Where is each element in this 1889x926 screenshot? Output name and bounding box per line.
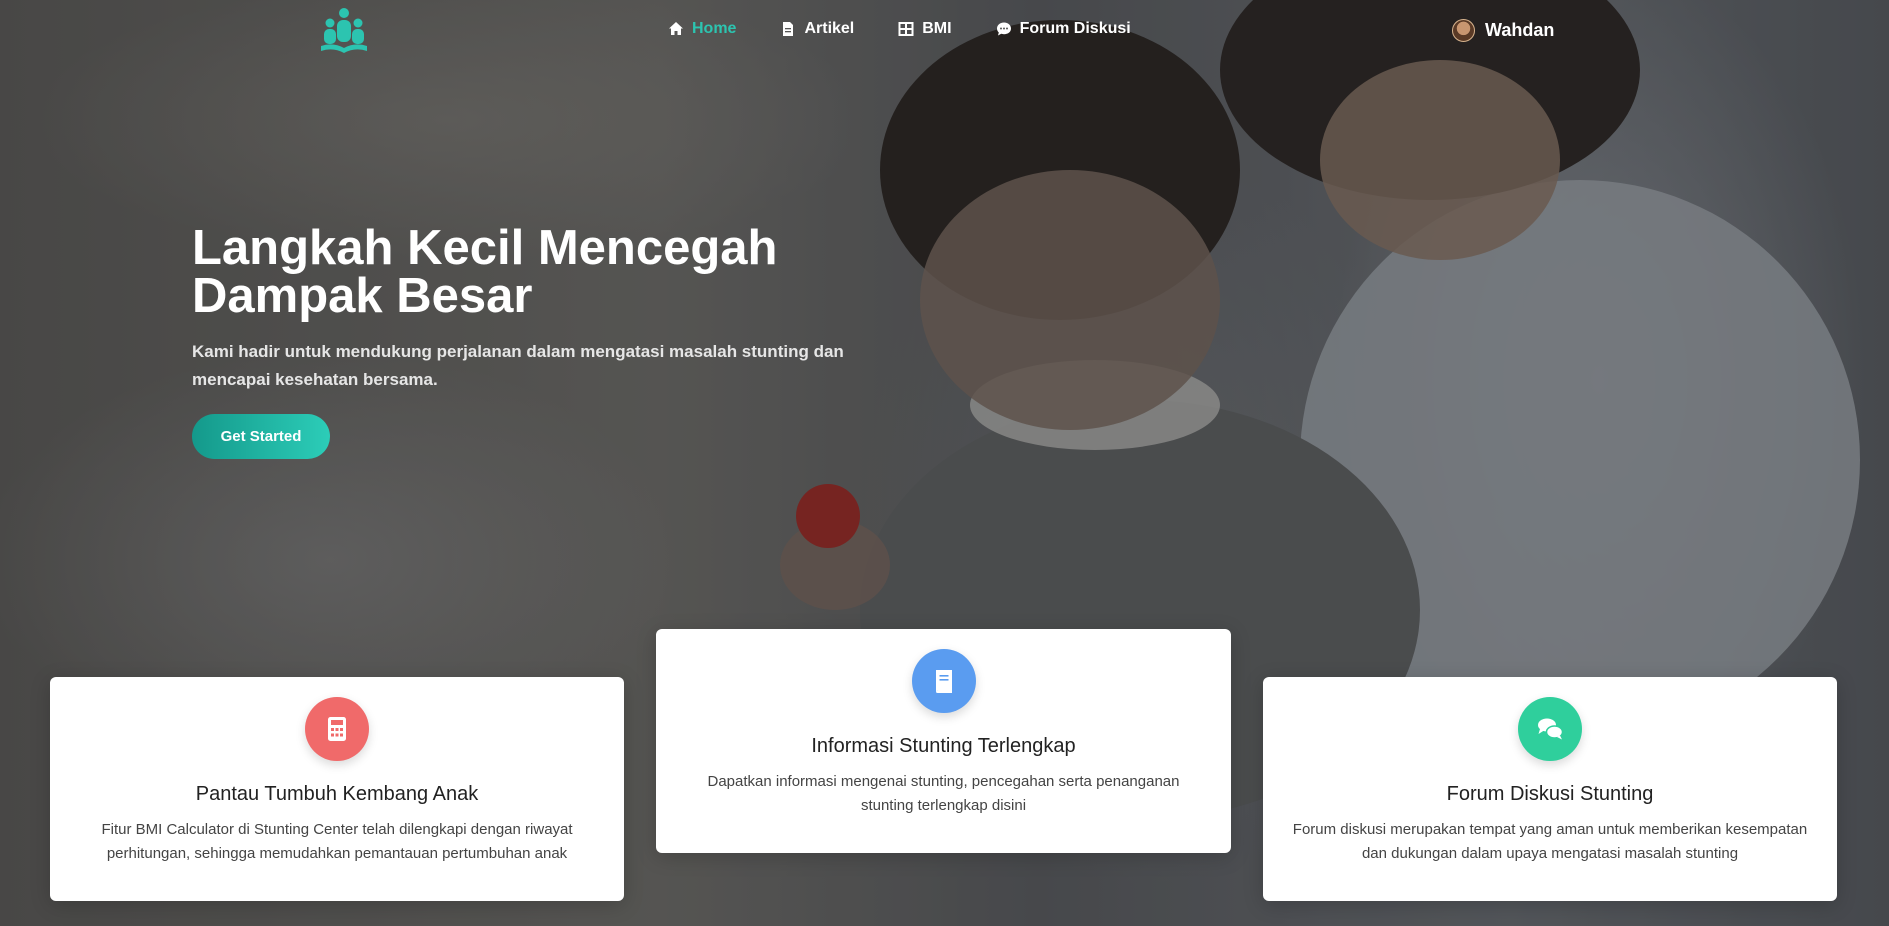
feature-card-growth: Pantau Tumbuh Kembang Anak Fitur BMI Cal…: [50, 677, 624, 901]
card-title: Forum Diskusi Stunting: [1446, 783, 1654, 805]
card-text: Forum diskusi merupakan tempat yang aman…: [1292, 821, 1808, 862]
nav-home-label: Home: [692, 20, 737, 37]
comments-icon: [1518, 697, 1582, 761]
nav-bmi[interactable]: BMI: [898, 20, 952, 38]
feature-card-forum: Forum Diskusi Stunting Forum diskusi mer…: [1263, 677, 1837, 901]
get-started-button[interactable]: Get Started: [192, 414, 330, 459]
user-name: Wahdan: [1485, 20, 1555, 40]
nav-artikel[interactable]: Artikel: [780, 20, 854, 38]
logo-icon[interactable]: [318, 6, 370, 58]
home-icon: [669, 22, 683, 35]
navbar: Home Artikel BMI Forum Diskusi Wahdan: [0, 0, 1889, 64]
nav-artikel-label: Artikel: [804, 20, 855, 37]
calculator-icon: [305, 697, 369, 761]
book-icon: [911, 649, 976, 713]
hero-content: Langkah Kecil Mencegah Dampak Besar Kami…: [192, 224, 892, 394]
card-text: Fitur BMI Calculator di Stunting Center …: [101, 821, 573, 862]
hero-title: Langkah Kecil Mencegah Dampak Besar: [192, 221, 892, 323]
nav-forum[interactable]: Forum Diskusi: [996, 20, 1131, 38]
user-menu[interactable]: Wahdan: [1452, 19, 1554, 42]
nav-forum-label: Forum Diskusi: [1019, 20, 1131, 37]
chat-icon: [996, 22, 1011, 36]
hero-title-line2: Dampak Besar: [192, 269, 533, 323]
card-title: Informasi Stunting Terlengkap: [811, 735, 1076, 757]
hero-subtitle: Kami hadir untuk mendukung perjalanan da…: [192, 342, 844, 389]
avatar: [1452, 19, 1475, 42]
table-icon: [898, 22, 914, 36]
card-text: Dapatkan informasi mengenai stunting, pe…: [707, 773, 1180, 814]
file-icon: [783, 22, 794, 36]
feature-card-info: Informasi Stunting Terlengkap Dapatkan i…: [656, 629, 1231, 853]
nav-home[interactable]: Home: [668, 20, 736, 38]
hero-title-line1: Langkah Kecil Mencegah: [192, 221, 778, 275]
main-nav: Home Artikel BMI Forum Diskusi: [668, 20, 1131, 38]
card-title: Pantau Tumbuh Kembang Anak: [195, 783, 479, 805]
nav-bmi-label: BMI: [922, 20, 952, 37]
